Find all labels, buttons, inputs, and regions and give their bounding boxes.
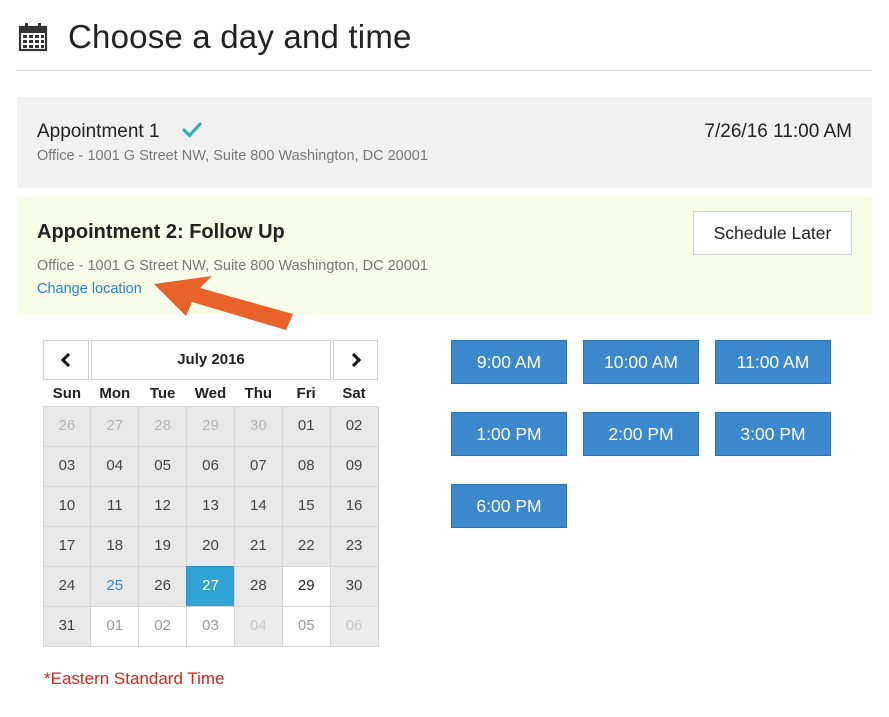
calendar-icon bbox=[18, 23, 48, 52]
calendar-day[interactable]: 04 bbox=[90, 445, 140, 487]
calendar-day[interactable]: 05 bbox=[138, 445, 188, 487]
calendar-day[interactable]: 26 bbox=[42, 405, 92, 447]
calendar-day[interactable]: 30 bbox=[329, 565, 379, 607]
calendar-day[interactable]: 02 bbox=[138, 605, 188, 647]
calendar-day[interactable]: 03 bbox=[42, 445, 92, 487]
time-slot-button[interactable]: 3:00 PM bbox=[715, 412, 831, 456]
calendar-day[interactable]: 28 bbox=[233, 565, 283, 607]
page-header: Choose a day and time bbox=[16, 14, 872, 71]
calendar-day[interactable]: 01 bbox=[281, 405, 331, 447]
appointment-1-address: Office - 1001 G Street NW, Suite 800 Was… bbox=[37, 148, 428, 164]
calendar-day[interactable]: 17 bbox=[42, 525, 92, 567]
arrow-icon bbox=[154, 276, 293, 330]
calendar-day[interactable]: 27 bbox=[90, 405, 140, 447]
calendar-day[interactable]: 12 bbox=[138, 485, 188, 527]
calendar-day[interactable]: 29 bbox=[186, 405, 235, 447]
calendar-day[interactable]: 03 bbox=[186, 605, 235, 647]
calendar-day[interactable]: 23 bbox=[329, 525, 379, 567]
calendar-day[interactable]: 19 bbox=[138, 525, 188, 567]
time-slot-button[interactable]: 9:00 AM bbox=[451, 340, 567, 384]
calendar-day-selected[interactable]: 27 bbox=[186, 565, 235, 607]
appointment-2-card: Appointment 2: Follow Up Office - 1001 G… bbox=[17, 197, 872, 314]
calendar-day[interactable]: 09 bbox=[329, 445, 379, 487]
appointment-1-datetime: 7/26/16 11:00 AM bbox=[704, 121, 852, 142]
calendar-day[interactable]: 01 bbox=[90, 605, 140, 647]
schedule-later-button[interactable]: Schedule Later bbox=[693, 211, 852, 255]
calendar-day[interactable]: 15 bbox=[281, 485, 331, 527]
calendar-day[interactable]: 06 bbox=[186, 445, 235, 487]
weekday-label: Fri bbox=[296, 385, 316, 402]
calendar-day[interactable]: 31 bbox=[42, 605, 92, 647]
timezone-note: *Eastern Standard Time bbox=[44, 669, 225, 688]
month-label[interactable]: July 2016 bbox=[91, 340, 331, 380]
checkmark-icon bbox=[182, 122, 202, 138]
weekday-header: Sun Mon Tue Wed Thu Fri Sat bbox=[43, 382, 378, 406]
weekday-label: Sat bbox=[342, 385, 366, 402]
calendar-day[interactable]: 24 bbox=[42, 565, 92, 607]
chevron-right-icon bbox=[351, 352, 361, 368]
calendar-day-today[interactable]: 25 bbox=[90, 565, 140, 607]
appointment-2-title: Appointment 2: Follow Up bbox=[37, 221, 285, 243]
calendar-day[interactable]: 11 bbox=[90, 485, 140, 527]
weekday-label: Thu bbox=[244, 385, 273, 402]
change-location-link[interactable]: Change location bbox=[37, 281, 142, 297]
calendar-day[interactable]: 04 bbox=[233, 605, 283, 647]
calendar-day[interactable]: 08 bbox=[281, 445, 331, 487]
page-title: Choose a day and time bbox=[68, 18, 412, 55]
chevron-left-icon bbox=[60, 352, 71, 368]
calendar-day[interactable]: 06 bbox=[329, 605, 379, 647]
calendar-day[interactable]: 02 bbox=[329, 405, 379, 447]
calendar-day[interactable]: 07 bbox=[233, 445, 283, 487]
weekday-label: Mon bbox=[99, 385, 131, 402]
time-slot-button[interactable]: 6:00 PM bbox=[451, 484, 567, 528]
time-slot-button[interactable]: 11:00 AM bbox=[715, 340, 831, 384]
next-month-button[interactable] bbox=[333, 340, 378, 380]
calendar-day[interactable]: 10 bbox=[42, 485, 92, 527]
time-slot-button[interactable]: 10:00 AM bbox=[583, 340, 699, 384]
time-slot-button[interactable]: 1:00 PM bbox=[451, 412, 567, 456]
calendar-day[interactable]: 21 bbox=[233, 525, 283, 567]
calendar-day[interactable]: 29 bbox=[281, 565, 331, 607]
appointment-1-title: Appointment 1 bbox=[37, 121, 160, 142]
calendar-day[interactable]: 16 bbox=[329, 485, 379, 527]
calendar-day[interactable]: 05 bbox=[281, 605, 331, 647]
calendar-day[interactable]: 18 bbox=[90, 525, 140, 567]
calendar-day[interactable]: 22 bbox=[281, 525, 331, 567]
weekday-label: Wed bbox=[194, 385, 227, 402]
time-slot-button[interactable]: 2:00 PM bbox=[583, 412, 699, 456]
prev-month-button[interactable] bbox=[43, 340, 89, 380]
appointment-1-card: Appointment 1 Office - 1001 G Street NW,… bbox=[17, 97, 872, 188]
calendar-day[interactable]: 13 bbox=[186, 485, 235, 527]
calendar-day[interactable]: 30 bbox=[233, 405, 283, 447]
calendar-day[interactable]: 14 bbox=[233, 485, 283, 527]
calendar-day[interactable]: 26 bbox=[138, 565, 188, 607]
appointment-2-address: Office - 1001 G Street NW, Suite 800 Was… bbox=[37, 258, 428, 274]
calendar-day[interactable]: 20 bbox=[186, 525, 235, 567]
weekday-label: Sun bbox=[52, 385, 82, 402]
calendar-day[interactable]: 28 bbox=[138, 405, 188, 447]
calendar-grid: 26 27 28 29 30 01 02 03 04 05 06 07 08 0… bbox=[42, 405, 379, 647]
weekday-label: Tue bbox=[149, 385, 176, 402]
